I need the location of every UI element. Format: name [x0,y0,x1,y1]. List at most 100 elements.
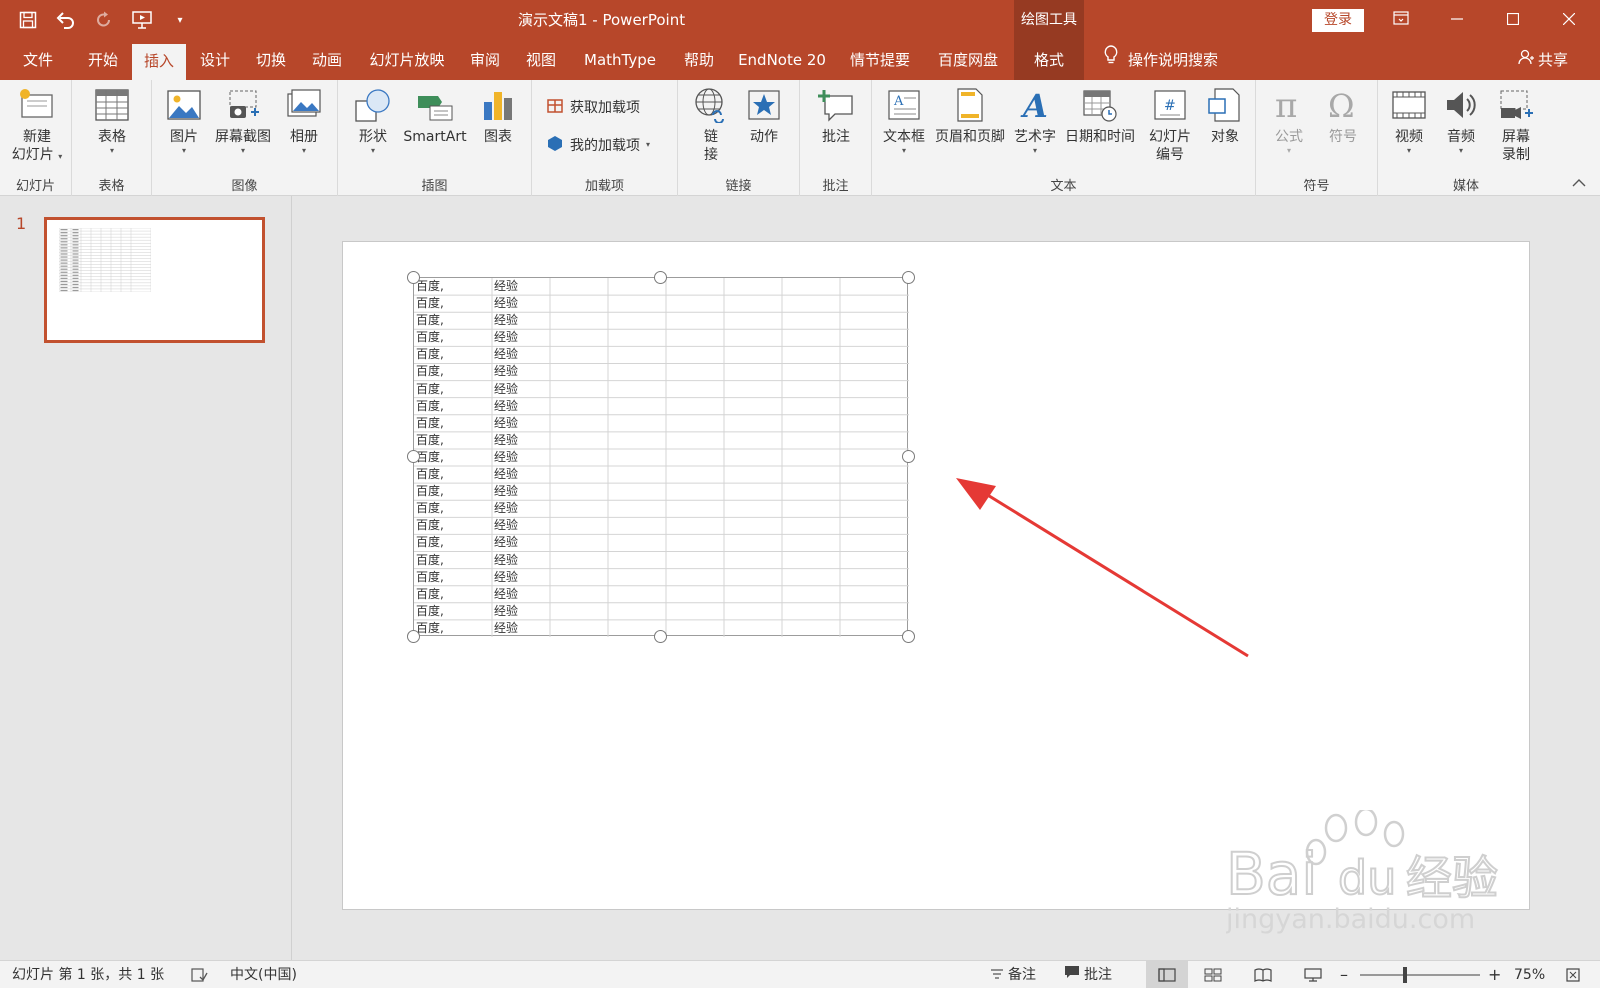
slide-sorter-icon[interactable] [1204,961,1222,988]
table-cell[interactable]: 经验 [494,466,518,483]
close-icon[interactable] [1546,0,1592,40]
resize-handle-top-right[interactable] [902,271,915,284]
slide-thumbnail[interactable] [44,217,265,343]
zoom-level[interactable]: 75% [1514,961,1545,988]
tab-review[interactable]: 审阅 [458,40,512,80]
my-addins-button[interactable]: 我的加载项 ▾ [546,134,650,156]
save-icon[interactable] [16,8,40,32]
tab-endnote[interactable]: EndNote 20 [734,40,830,80]
table-cell[interactable]: 经验 [494,620,518,637]
table-cell[interactable]: 经验 [494,278,518,295]
table-cell[interactable]: 百度, [416,517,444,534]
undo-icon[interactable] [54,8,78,32]
table-cell[interactable]: 经验 [494,534,518,551]
table-cell[interactable]: 百度, [416,363,444,380]
table-cell[interactable]: 百度, [416,620,444,637]
tab-design[interactable]: 设计 [188,40,242,80]
tab-transitions[interactable]: 切换 [244,40,298,80]
video-button[interactable]: 视频 ▾ [1386,86,1432,156]
ribbon-display-icon[interactable] [1378,0,1424,40]
get-addins-button[interactable]: 获取加载项 [546,96,640,118]
reading-view-icon[interactable] [1254,961,1272,988]
pictures-button[interactable]: 图片 ▾ [162,86,206,156]
table-cell[interactable]: 百度, [416,346,444,363]
tab-animations[interactable]: 动画 [300,40,354,80]
zoom-slider-track[interactable] [1360,974,1480,976]
photo-album-button[interactable]: 相册 ▾ [280,86,328,156]
table-cell[interactable]: 经验 [494,569,518,586]
table-button[interactable]: 表格 ▾ [86,86,138,156]
table-cell[interactable]: 百度, [416,586,444,603]
comments-button[interactable]: 批注 [1064,961,1112,988]
embedded-table[interactable]: 百度, 经验 百度, 经验 百度, 经验 百度, 经验 百度, 经验 百度, 经验 百度, 经验 百度, 经验… [413,277,909,637]
slide-canvas[interactable]: 百度, 经验 百度, 经验 百度, 经验 百度, 经验 百度, 经验 百度, 经验 百度, 经验 百度, 经验… [342,241,1530,910]
customize-qat-icon[interactable]: ▾ [168,8,192,32]
table-cell[interactable]: 经验 [494,500,518,517]
comment-button[interactable]: 批注 [810,86,862,146]
table-cell[interactable]: 经验 [494,346,518,363]
table-cell[interactable]: 百度, [416,415,444,432]
table-cell[interactable]: 百度, [416,466,444,483]
table-cell[interactable]: 百度, [416,603,444,620]
normal-view-icon[interactable] [1146,961,1188,988]
tab-file[interactable]: 文件 [14,40,62,80]
tab-view[interactable]: 视图 [514,40,568,80]
resize-handle-top-left[interactable] [407,271,420,284]
table-cell[interactable]: 百度, [416,569,444,586]
table-cell[interactable]: 百度, [416,398,444,415]
table-cell[interactable]: 百度, [416,534,444,551]
table-cell[interactable]: 百度, [416,381,444,398]
table-cell[interactable]: 经验 [494,449,518,466]
object-button[interactable]: 对象 [1202,86,1248,146]
shapes-button[interactable]: 形状 ▾ [350,86,396,156]
language-status[interactable]: 中文(中国) [230,961,297,988]
zoom-slider-thumb[interactable] [1403,967,1407,983]
tab-home[interactable]: 开始 [76,40,130,80]
resize-handle-bottom-center[interactable] [654,630,667,643]
minimize-icon[interactable] [1434,0,1480,40]
zoom-out-icon[interactable]: – [1340,961,1348,988]
redo-icon[interactable] [92,8,116,32]
collapse-ribbon-icon[interactable] [1572,176,1586,192]
textbox-button[interactable]: A 文本框 ▾ [880,86,928,156]
present-from-start-icon[interactable] [130,8,154,32]
action-button[interactable]: 动作 [740,86,788,146]
zoom-in-icon[interactable]: + [1488,961,1501,988]
table-cell[interactable]: 经验 [494,432,518,449]
table-cell[interactable]: 百度, [416,449,444,466]
table-cell[interactable]: 经验 [494,586,518,603]
header-footer-button[interactable]: 页眉和页脚 [932,86,1008,146]
table-cell[interactable]: 经验 [494,483,518,500]
smartart-button[interactable]: SmartArt [398,86,472,146]
table-cell[interactable]: 百度, [416,295,444,312]
resize-handle-middle-right[interactable] [902,450,915,463]
table-cell[interactable]: 经验 [494,329,518,346]
slideshow-view-icon[interactable] [1304,961,1322,988]
table-cell[interactable]: 百度, [416,483,444,500]
resize-handle-bottom-right[interactable] [902,630,915,643]
resize-handle-bottom-left[interactable] [407,630,420,643]
fit-to-window-icon[interactable] [1566,961,1580,988]
date-time-button[interactable]: 日期和时间 [1062,86,1138,146]
screen-recording-button[interactable]: 屏幕 录制 [1490,86,1542,164]
resize-handle-middle-left[interactable] [407,450,420,463]
table-cell[interactable]: 经验 [494,381,518,398]
table-cell[interactable]: 百度, [416,329,444,346]
table-cell[interactable]: 经验 [494,363,518,380]
tab-storyboard[interactable]: 情节提要 [842,40,918,80]
table-cell[interactable]: 经验 [494,603,518,620]
table-cell[interactable]: 经验 [494,552,518,569]
tab-insert[interactable]: 插入 [132,44,186,80]
notes-button[interactable]: 备注 [990,961,1036,988]
tab-help[interactable]: 帮助 [672,40,726,80]
table-cell[interactable]: 经验 [494,398,518,415]
slide-number-button[interactable]: # 幻灯片 编号 [1140,86,1200,164]
tab-format[interactable]: 格式 [1014,40,1084,80]
screenshot-button[interactable]: 屏幕截图 ▾ [210,86,276,156]
table-cell[interactable]: 经验 [494,295,518,312]
maximize-icon[interactable] [1490,0,1536,40]
symbol-button[interactable]: Ω 符号 [1320,86,1366,146]
audio-button[interactable]: 音频 ▾ [1436,86,1486,156]
table-cell[interactable]: 百度, [416,500,444,517]
table-cell[interactable]: 百度, [416,432,444,449]
